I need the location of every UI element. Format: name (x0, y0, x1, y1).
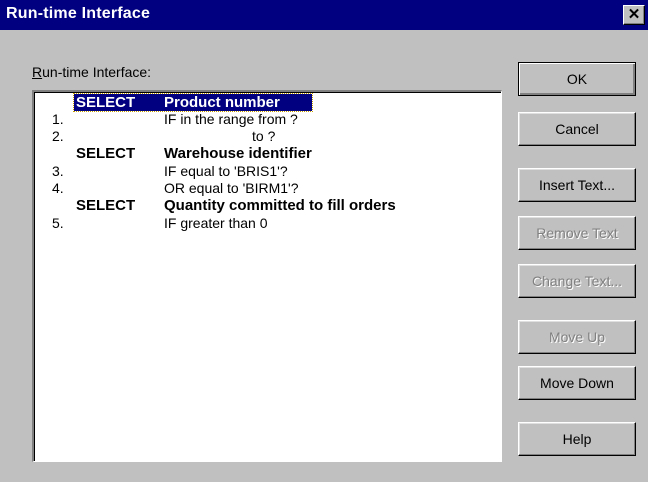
list-item[interactable]: SELECT Quantity committed to fill orders (34, 197, 501, 214)
condition-text: IF equal to 'BRIS1'? (164, 163, 288, 179)
condition-number: 4. (52, 180, 64, 196)
condition-number: 2. (52, 128, 64, 144)
list-item[interactable]: SELECT Warehouse identifier (34, 145, 501, 162)
title-bar: Run-time Interface ✕ (0, 0, 648, 30)
list-item[interactable]: 4. OR equal to 'BIRM1'? (34, 180, 501, 197)
move-up-button[interactable]: Move Up (518, 320, 636, 354)
list-label-mnemonic: R (32, 64, 43, 80)
condition-text: to ? (252, 128, 276, 144)
condition-number: 5. (52, 215, 64, 231)
condition-text: OR equal to 'BIRM1'? (164, 180, 299, 196)
change-text-button[interactable]: Change Text... (518, 264, 636, 298)
list-item-selected[interactable]: SELECT Product number (73, 93, 313, 112)
cancel-button[interactable]: Cancel (518, 112, 636, 146)
select-field: Quantity committed to fill orders (164, 197, 396, 214)
list-item[interactable]: 2. to ? (34, 128, 501, 145)
insert-text-button[interactable]: Insert Text... (518, 168, 636, 202)
select-field: Warehouse identifier (164, 145, 312, 162)
select-keyword: SELECT (76, 94, 136, 111)
window-title: Run-time Interface (6, 5, 151, 22)
close-icon: ✕ (627, 6, 641, 23)
select-keyword: SELECT (76, 197, 136, 214)
condition-number: 1. (52, 111, 64, 127)
condition-number: 3. (52, 163, 64, 179)
condition-text: IF greater than 0 (164, 215, 268, 231)
select-keyword: SELECT (76, 145, 136, 162)
move-down-button[interactable]: Move Down (518, 366, 636, 400)
list-item[interactable]: 3. IF equal to 'BRIS1'? (34, 163, 501, 180)
runtime-interface-list[interactable]: SELECT Product number 1. IF in the range… (32, 90, 502, 462)
ok-button[interactable]: OK (518, 62, 636, 96)
list-item[interactable]: 1. IF in the range from ? (34, 111, 501, 128)
select-field: Product number (164, 94, 280, 111)
list-label: Run-time Interface: (32, 64, 151, 80)
list-label-rest: un-time Interface: (42, 64, 152, 80)
help-button[interactable]: Help (518, 422, 636, 456)
list-item[interactable]: 5. IF greater than 0 (34, 215, 501, 232)
remove-text-button[interactable]: Remove Text (518, 216, 636, 250)
condition-text: IF in the range from ? (164, 111, 298, 127)
close-button[interactable]: ✕ (623, 5, 645, 25)
